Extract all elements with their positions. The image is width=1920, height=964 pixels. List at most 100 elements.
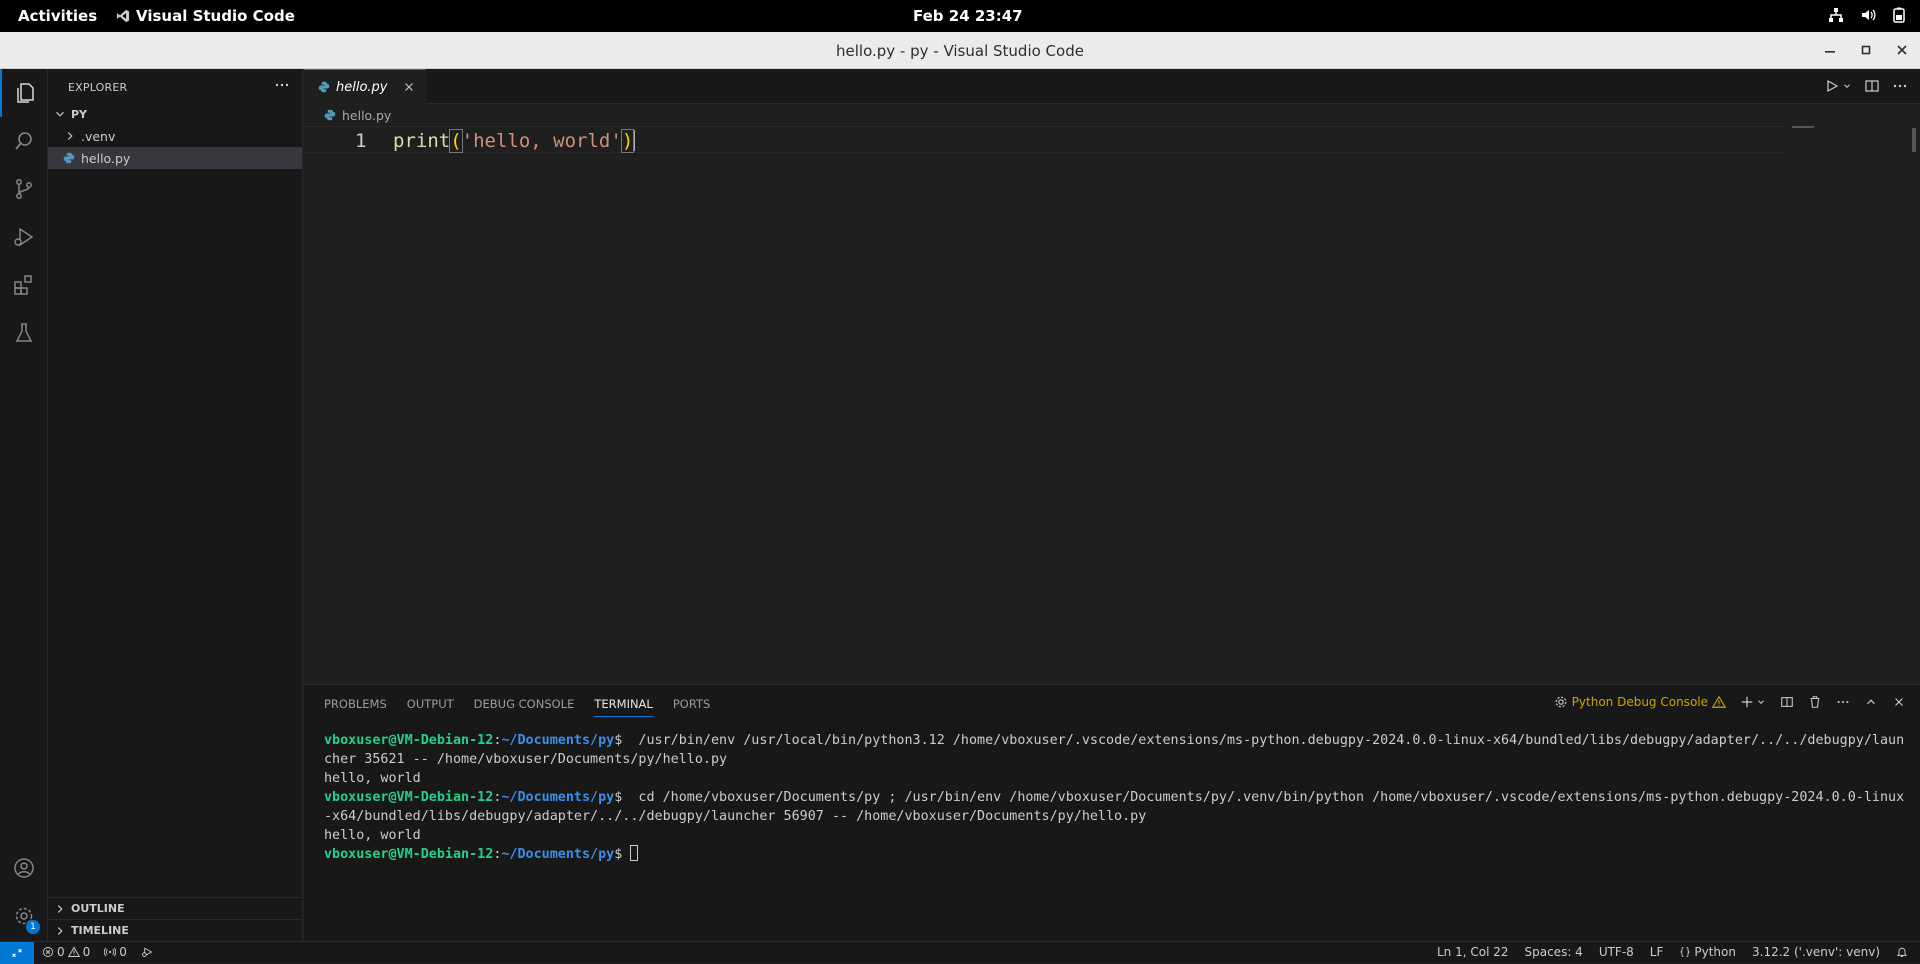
prompt-path: ~/Documents/py <box>501 790 615 805</box>
app-menu[interactable]: Visual Studio Code <box>116 7 295 25</box>
tab-problems[interactable]: PROBLEMS <box>324 697 387 717</box>
tab-debug-console[interactable]: DEBUG CONSOLE <box>474 697 575 717</box>
error-icon <box>43 947 53 957</box>
run-python-file-button[interactable] <box>1824 78 1852 94</box>
remote-indicator[interactable] <box>0 942 34 964</box>
text-cursor <box>633 130 636 151</box>
panel-actions: Python Debug Console <box>1554 695 1906 709</box>
minimize-icon <box>1825 51 1835 53</box>
language-label: Python <box>1694 945 1736 959</box>
python-file-icon <box>324 109 336 121</box>
code-line[interactable]: 1 print('hello, world') <box>304 126 1784 153</box>
prompt-end: $ <box>614 790 631 805</box>
maximize-panel-button[interactable] <box>1864 695 1878 709</box>
token-function: print <box>393 130 451 152</box>
ports-status[interactable]: 0 <box>104 945 127 959</box>
editor-more-actions-button[interactable] <box>1892 78 1908 94</box>
code-editor[interactable]: 1 print('hello, world') <box>304 126 1920 684</box>
encoding[interactable]: UTF-8 <box>1599 945 1634 959</box>
indentation[interactable]: Spaces: 4 <box>1525 945 1583 959</box>
source-control-icon <box>16 179 32 199</box>
tab-terminal[interactable]: TERMINAL <box>594 697 653 717</box>
breadcrumb[interactable]: hello.py <box>304 104 1920 126</box>
close-window-button[interactable] <box>1894 42 1910 58</box>
new-terminal-button[interactable] <box>1740 695 1766 709</box>
notification-badge: 1 <box>26 920 40 934</box>
tab-close-button[interactable] <box>402 80 416 94</box>
activity-accounts[interactable] <box>0 844 48 892</box>
explorer-sidebar: EXPLORER PY .venv hello.py OUTLINE TIMEL… <box>48 69 303 941</box>
line-number: 1 <box>355 130 367 152</box>
activity-manage[interactable]: 1 <box>0 892 48 940</box>
panel-more-actions-button[interactable] <box>1836 695 1850 709</box>
tab-ports[interactable]: PORTS <box>673 697 710 717</box>
python-interpreter[interactable]: 3.12.2 ('.venv': venv) <box>1752 945 1880 959</box>
debug-gear-icon <box>1555 696 1567 708</box>
cursor-position[interactable]: Ln 1, Col 22 <box>1437 945 1509 959</box>
chevron-right-icon <box>57 904 63 913</box>
terminal-instance-python-debug-console[interactable]: Python Debug Console <box>1554 695 1726 709</box>
split-terminal-button[interactable] <box>1780 695 1794 709</box>
terminal[interactable]: vboxuser@VM-Debian-12:~/Documents/py$ /u… <box>324 731 1909 864</box>
language-mode[interactable]: Python <box>1679 945 1736 959</box>
prompt-user: vboxuser@VM-Debian-12 <box>324 733 494 748</box>
activity-source-control[interactable] <box>0 165 48 213</box>
split-editor-button[interactable] <box>1864 78 1880 94</box>
activity-search[interactable] <box>0 117 48 165</box>
tree-item-venv[interactable]: .venv <box>48 125 302 147</box>
window-title: hello.py - py - Visual Studio Code <box>836 42 1084 60</box>
prompt-path: ~/Documents/py <box>501 847 615 862</box>
activity-extensions[interactable] <box>0 261 48 309</box>
explorer-more-actions-button[interactable] <box>274 77 290 93</box>
terminal-line: vboxuser@VM-Debian-12:~/Documents/py$ /u… <box>324 731 1909 769</box>
debug-status[interactable] <box>141 946 153 958</box>
close-panel-button[interactable] <box>1892 695 1906 709</box>
workspace-folder-label: PY <box>71 107 88 121</box>
problems-status[interactable]: 0 0 <box>42 945 90 959</box>
close-icon <box>405 83 413 91</box>
editor-scrollbar[interactable] <box>1912 128 1916 152</box>
plus-icon <box>1741 696 1753 708</box>
play-icon <box>1827 79 1839 93</box>
network-icon[interactable] <box>1828 7 1844 23</box>
editor-tab-bar: hello.py <box>304 69 1920 104</box>
token-string: 'hello, world' <box>461 130 622 152</box>
system-tray[interactable] <box>1828 7 1906 23</box>
kill-terminal-button[interactable] <box>1808 695 1822 709</box>
split-terminal-icon <box>1781 697 1793 707</box>
ellipsis-icon <box>275 83 289 87</box>
vscode-icon <box>116 9 130 23</box>
breadcrumb-file[interactable]: hello.py <box>342 108 391 123</box>
code-text[interactable]: print('hello, world') <box>393 129 636 153</box>
python-file-icon <box>318 81 330 93</box>
end-of-line[interactable]: LF <box>1650 945 1664 959</box>
tree-item-hello-py[interactable]: hello.py <box>48 147 302 169</box>
split-editor-icon <box>1865 80 1879 92</box>
activity-testing[interactable] <box>0 309 48 357</box>
tab-output[interactable]: OUTPUT <box>407 697 454 717</box>
tab-hello-py[interactable]: hello.py <box>304 69 426 104</box>
terminal-output: hello, world <box>324 828 421 843</box>
activities-button[interactable]: Activities <box>18 7 97 25</box>
window-title-bar[interactable]: hello.py - py - Visual Studio Code <box>0 32 1920 69</box>
volume-icon[interactable] <box>1860 7 1876 23</box>
folder-root-py[interactable]: PY <box>48 103 302 125</box>
search-icon <box>15 132 32 150</box>
minimize-button[interactable] <box>1822 42 1838 58</box>
battery-icon[interactable] <box>1892 7 1906 23</box>
notifications-button[interactable] <box>1896 946 1908 958</box>
terminal-line: vboxuser@VM-Debian-12:~/Documents/py$ cd… <box>324 788 1909 826</box>
timeline-section-header[interactable]: TIMELINE <box>48 919 302 941</box>
activity-run-debug[interactable] <box>0 213 48 261</box>
app-name: Visual Studio Code <box>136 7 295 25</box>
system-top-bar: Activities Visual Studio Code Feb 24 23:… <box>0 0 1920 32</box>
tree-item-label: .venv <box>81 128 116 144</box>
maximize-button[interactable] <box>1858 42 1874 58</box>
activity-explorer[interactable] <box>0 69 48 117</box>
maximize-icon <box>1861 45 1871 55</box>
outline-section-header[interactable]: OUTLINE <box>48 897 302 919</box>
chevron-right-icon <box>67 132 73 140</box>
minimap[interactable] <box>1792 126 1814 128</box>
clock[interactable]: Feb 24 23:47 <box>913 7 1023 25</box>
warning-icon <box>67 946 80 957</box>
